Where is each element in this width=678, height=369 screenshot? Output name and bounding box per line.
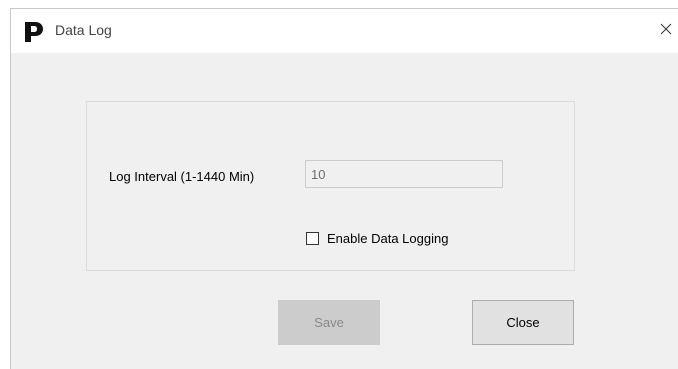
window-title: Data Log: [55, 22, 112, 38]
log-interval-label: Log Interval (1-1440 Min): [109, 169, 255, 184]
enable-data-logging-checkbox[interactable]: Enable Data Logging: [306, 228, 448, 248]
close-icon[interactable]: [656, 19, 676, 39]
p-logo-icon: [25, 22, 43, 42]
log-interval-input[interactable]: [305, 160, 503, 188]
close-button[interactable]: Close: [472, 300, 574, 345]
checkbox-box[interactable]: [306, 231, 319, 245]
enable-data-logging-label[interactable]: Enable Data Logging: [327, 231, 448, 246]
save-button[interactable]: Save: [278, 300, 380, 345]
title-bar: Data Log: [11, 9, 678, 53]
